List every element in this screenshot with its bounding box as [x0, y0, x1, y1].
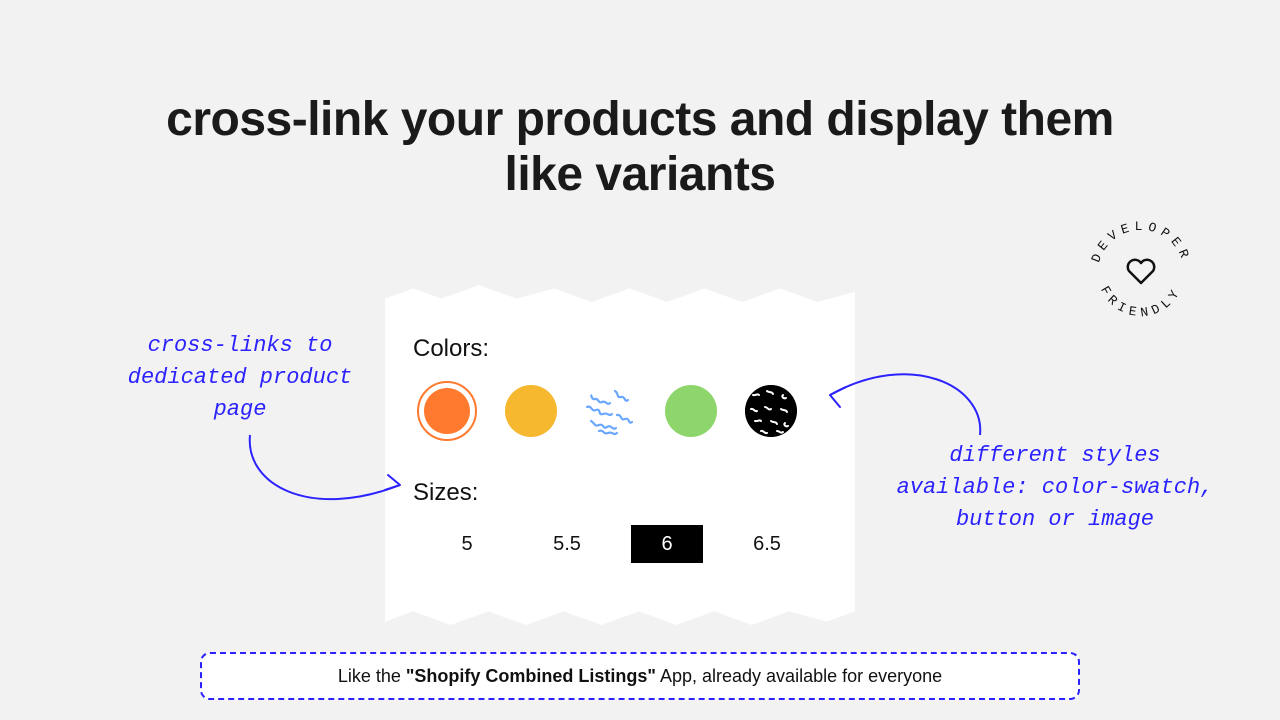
size-option[interactable]: 5: [431, 525, 503, 563]
color-swatch-black-pattern[interactable]: [745, 385, 797, 437]
size-option[interactable]: 6.5: [731, 525, 803, 563]
color-swatch-row: [417, 381, 825, 441]
color-swatch-yellow[interactable]: [505, 385, 557, 437]
product-variant-card: Colors:: [385, 285, 855, 625]
size-option-selected[interactable]: 6: [631, 525, 703, 563]
sizes-label: Sizes:: [413, 479, 825, 507]
footer-bold: "Shopify Combined Listings": [406, 666, 656, 686]
footer-callout: Like the "Shopify Combined Listings" App…: [200, 652, 1080, 700]
color-swatch-orange[interactable]: [417, 381, 477, 441]
color-swatch-green[interactable]: [665, 385, 717, 437]
arrow-right-icon: [820, 345, 990, 445]
footer-prefix: Like the: [338, 666, 406, 686]
colors-label: Colors:: [413, 335, 825, 363]
svg-text:FRIENDLY: FRIENDLY: [1097, 283, 1185, 320]
size-row: 5 5.5 6 6.5: [431, 525, 825, 563]
footer-suffix: App, already available for everyone: [656, 666, 942, 686]
size-option[interactable]: 5.5: [531, 525, 603, 563]
heart-icon: [1128, 260, 1154, 283]
svg-text:DEVELOPER: DEVELOPER: [1088, 219, 1193, 265]
color-swatch-blue-pattern[interactable]: [585, 385, 637, 437]
developer-friendly-badge: DEVELOPER FRIENDLY: [1086, 218, 1196, 328]
page-headline: cross-link your products and display the…: [140, 92, 1140, 202]
annotation-crosslink: cross-links to dedicated product page: [110, 330, 370, 426]
annotation-styles: different styles available: color-swatch…: [880, 440, 1230, 536]
arrow-left-icon: [240, 430, 420, 530]
